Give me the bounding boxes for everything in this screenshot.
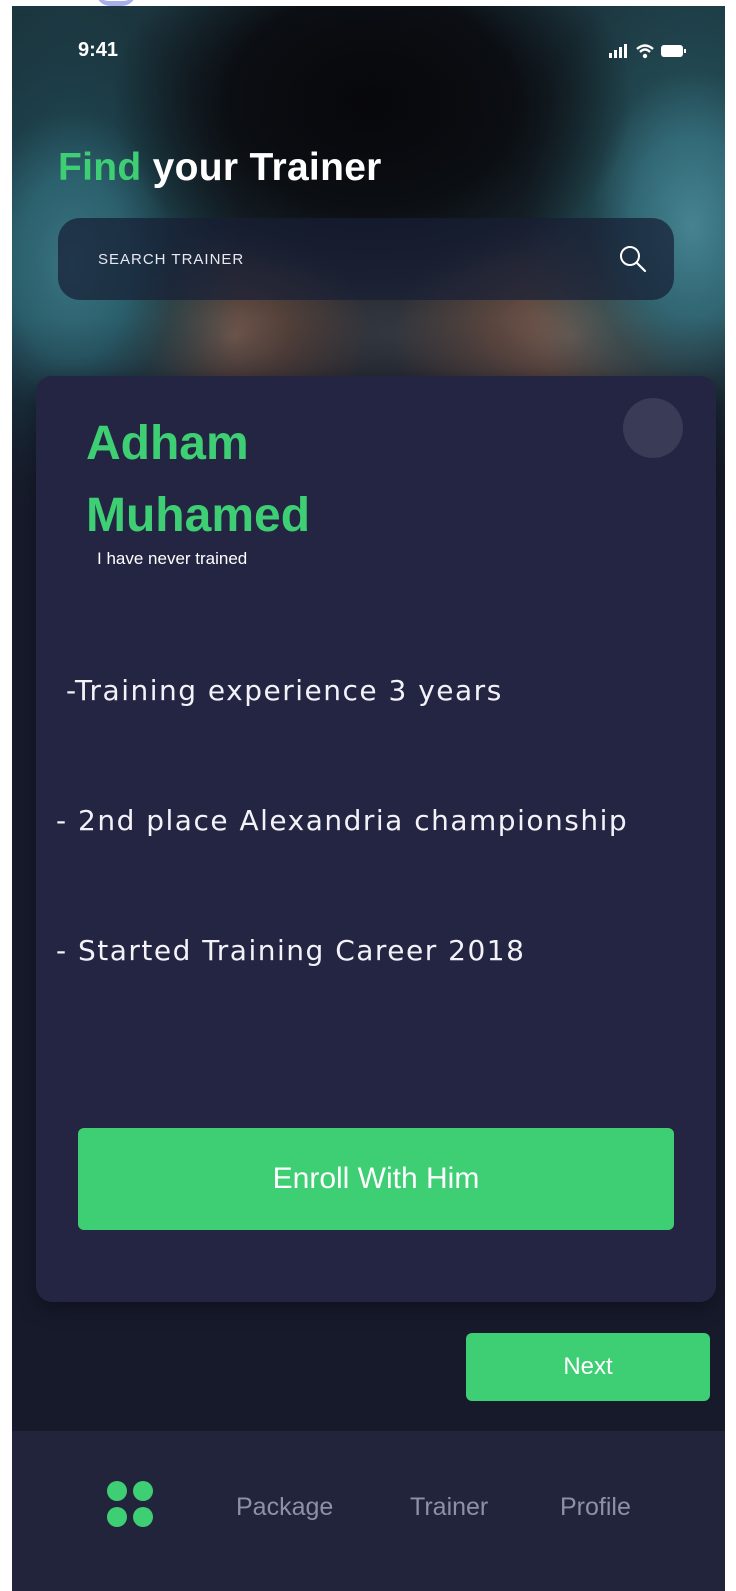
status-time: 9:41 xyxy=(78,39,119,61)
status-icons xyxy=(607,42,687,60)
page-title-accent: Find xyxy=(58,146,142,189)
grid-dot xyxy=(107,1507,127,1527)
page-title: Find your Trainer xyxy=(58,146,382,190)
trainer-detail: - Started Training Career 2018 xyxy=(56,934,526,967)
grid-dots-icon[interactable] xyxy=(107,1481,155,1529)
next-button[interactable]: Next xyxy=(466,1333,710,1401)
search-bar xyxy=(58,218,674,300)
trainer-card: Adham Muhamed I have never trained -Trai… xyxy=(36,376,716,1302)
nav-item-profile[interactable]: Profile xyxy=(560,1493,631,1522)
grid-dot xyxy=(107,1481,127,1501)
grid-dot xyxy=(133,1481,153,1501)
trainer-name: Adham Muhamed xyxy=(86,408,446,552)
trainer-detail: -Training experience 3 years xyxy=(66,674,503,707)
avatar[interactable] xyxy=(623,398,683,458)
search-input[interactable] xyxy=(98,242,578,276)
page-title-rest: your Trainer xyxy=(141,146,382,189)
trainer-detail: - 2nd place Alexandria championship xyxy=(56,804,629,837)
grid-dot xyxy=(133,1507,153,1527)
trainer-last-name: Muhamed xyxy=(86,489,311,542)
nav-item-trainer[interactable]: Trainer xyxy=(410,1493,488,1522)
trainer-tagline: I have never trained xyxy=(97,549,248,568)
bottom-nav: Package Trainer Profile xyxy=(12,1431,725,1591)
enroll-button[interactable]: Enroll With Him xyxy=(78,1128,674,1230)
trainer-first-name: Adham xyxy=(86,417,249,470)
search-icon[interactable] xyxy=(618,244,648,274)
nav-item-package[interactable]: Package xyxy=(236,1493,333,1522)
signal-icon xyxy=(609,44,686,59)
phone-screen: 9:41 Find your Trainer Adham Muhamed I xyxy=(12,6,725,1591)
